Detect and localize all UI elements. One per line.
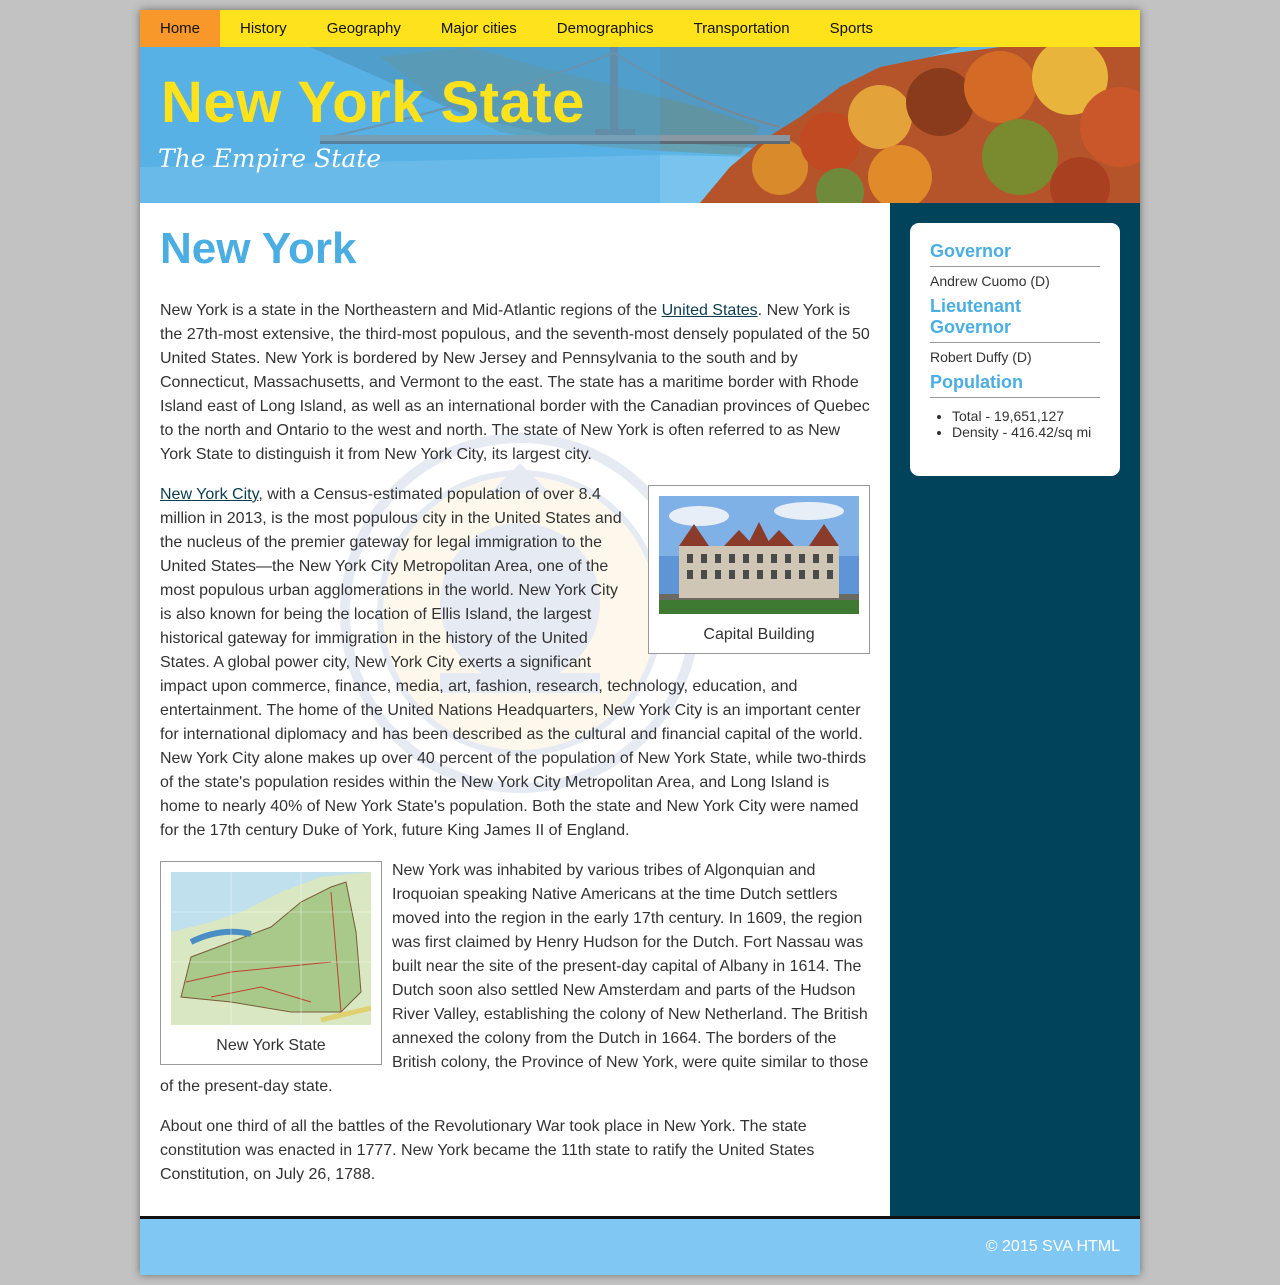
footer: © 2015 SVA HTML [140,1216,1140,1275]
nav-item-home[interactable]: Home [140,10,221,47]
nav-item-history[interactable]: History [220,10,307,47]
sidebar: Governor Andrew Cuomo (D) Lieutenant Gov… [890,203,1140,1216]
population-density: Density - 416.42/sq mi [952,424,1100,440]
intro-text-end: . New York is the 27th-most extensive, t… [160,302,870,463]
article: New York New York is a state in the Nort… [160,223,870,1203]
site-title: New York State [161,70,585,135]
nav-item-transportation[interactable]: Transportation [673,10,809,47]
nyc-text: , with a Census-estimated population of … [160,486,867,839]
page-wrapper: Home History Geography Major cities Demo… [140,10,1140,1275]
lt-governor-heading: Lieutenant Governor [930,296,1100,343]
governor-value: Andrew Cuomo (D) [930,273,1050,289]
main-nav: Home History Geography Major cities Demo… [140,10,1140,47]
main-content: New York New York is a state in the Nort… [140,203,890,1216]
site-tagline: The Empire State [158,144,382,173]
nav-item-demographics[interactable]: Demographics [537,10,674,47]
revolution-paragraph: About one third of all the battles of th… [160,1118,815,1183]
nav-item-sports[interactable]: Sports [810,10,893,47]
nav-item-geography[interactable]: Geography [307,10,421,47]
copyright-text: © 2015 SVA HTML [985,1238,1120,1255]
page-title: New York [160,224,357,273]
population-total: Total - 19,651,127 [952,408,1100,424]
state-info-box: Governor Andrew Cuomo (D) Lieutenant Gov… [910,223,1120,476]
population-heading: Population [930,372,1100,398]
header-banner: New York State The Empire State [140,47,1140,203]
intro-text-start: New York is a state in the Northeastern … [160,302,662,319]
nav-item-major-cities[interactable]: Major cities [421,10,537,47]
lt-governor-value: Robert Duffy (D) [930,349,1032,365]
governor-heading: Governor [930,241,1100,267]
intro-paragraph: New York is a state in the Northeastern … [160,299,870,467]
new-york-city-link[interactable]: New York City [160,486,258,503]
history-paragraph: New York was inhabited by various tribes… [160,862,869,1095]
nyc-paragraph: New York City, with a Census-estimated p… [160,483,870,843]
united-states-link[interactable]: United States [662,302,758,319]
population-list: Total - 19,651,127 Density - 416.42/sq m… [952,408,1100,440]
